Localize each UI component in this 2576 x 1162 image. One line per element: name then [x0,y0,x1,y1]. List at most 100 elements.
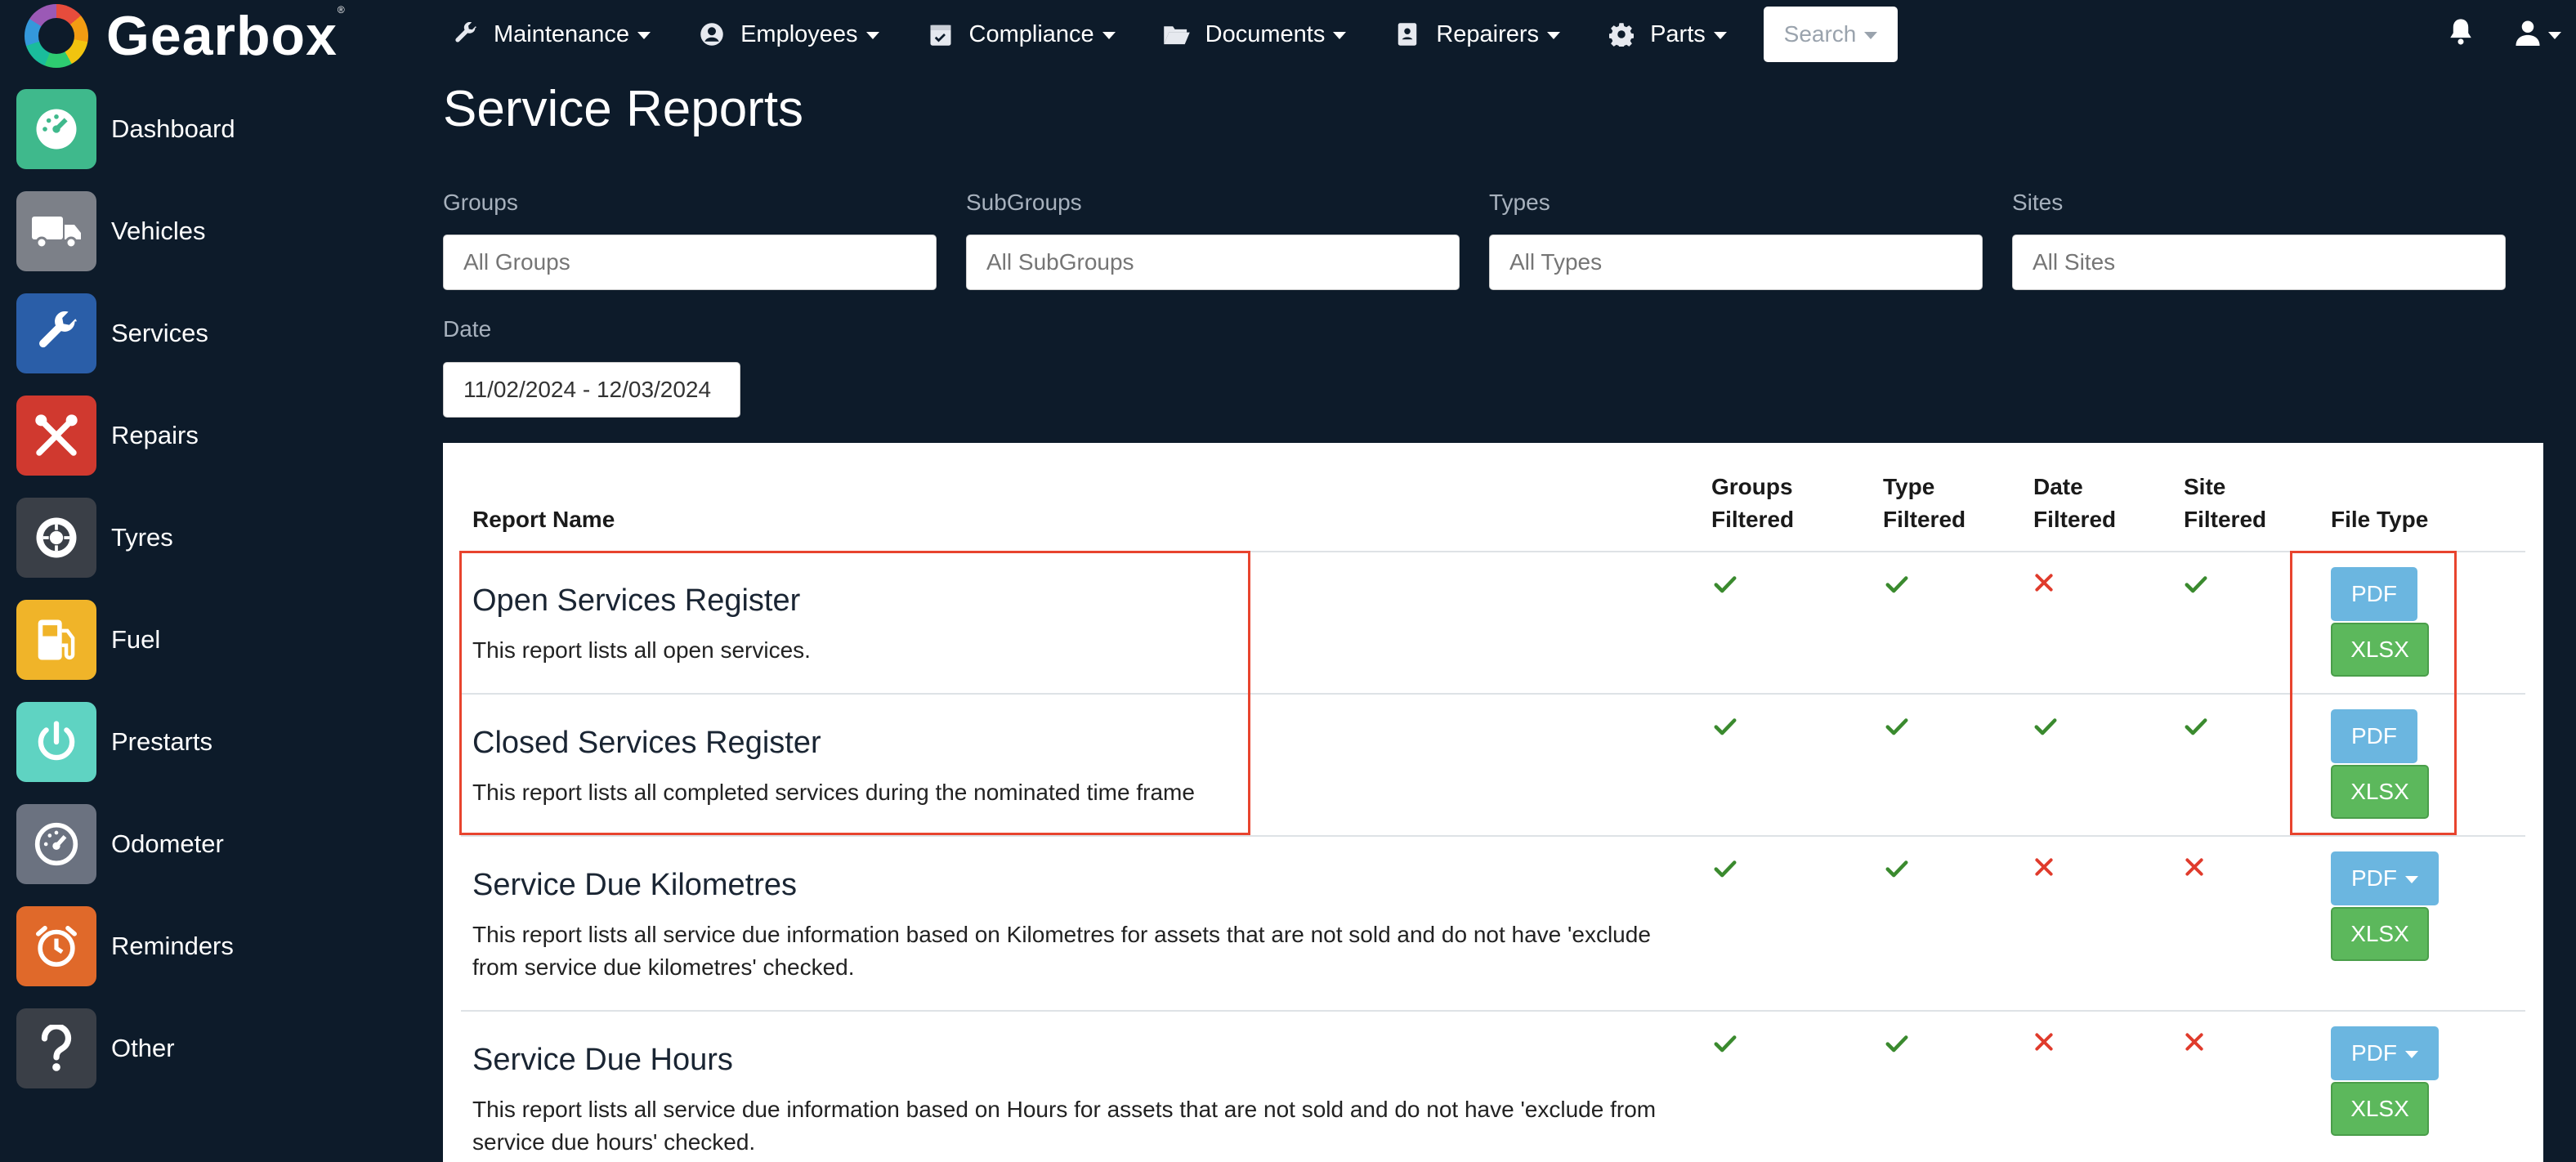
main-menu: Maintenance Employees Compliance Documen… [451,0,1774,69]
cross-icon [2033,572,2058,597]
menu-label: Maintenance [494,20,630,47]
types-select[interactable] [1489,235,1983,290]
chevron-down-icon [2548,32,2561,39]
subgroups-select[interactable] [966,235,1460,290]
sidebar-item-reminders[interactable]: Reminders [16,905,409,987]
wrench-icon [451,20,479,48]
header-site-filtered: Site Filtered [2184,474,2267,532]
menu-repairers[interactable]: Repairers [1393,20,1561,48]
pdf-button[interactable]: PDF [2331,1026,2439,1080]
check-icon [2033,714,2058,739]
reports-table: Report Name Groups Filtered Type Filtered … [443,443,2543,1162]
sidebar-item-repairs[interactable]: Repairs [16,395,409,476]
subgroups-label: SubGroups [966,190,1082,215]
header-groups-filtered: Groups Filtered [1711,474,1795,532]
check-icon [1885,714,1909,739]
xlsx-label: XLSX [2350,921,2409,946]
calendar-check-icon [927,20,955,48]
fuel-pump-icon [16,600,96,680]
chevron-down-icon [1864,32,1878,39]
sidebar-item-dashboard[interactable]: Dashboard [16,88,409,170]
report-title: Service Due Hours [472,1043,733,1077]
sidebar-item-prestarts[interactable]: Prestarts [16,701,409,783]
sites-label: Sites [2012,190,2064,215]
row-divider [461,835,2525,837]
xlsx-label: XLSX [2350,1096,2409,1121]
cross-icon [2184,856,2208,881]
report-title: Service Due Kilometres [472,868,798,902]
menu-label: Parts [1650,20,1706,47]
cross-icon [2033,856,2058,881]
menu-documents[interactable]: Documents [1163,20,1347,48]
menu-label: Compliance [968,20,1094,47]
sidebar-item-odometer[interactable]: Odometer [16,803,409,885]
date-label: Date [443,316,492,342]
menu-compliance[interactable]: Compliance [927,20,1116,48]
sidebar-item-label: Prestarts [111,727,213,756]
search-dropdown-button[interactable]: Search [1764,7,1898,62]
cross-icon [2033,1031,2058,1056]
menu-label: Employees [740,20,858,47]
sidebar-item-label: Reminders [111,932,234,960]
sidebar-item-label: Tyres [111,523,173,552]
chevron-down-icon [1547,32,1561,39]
highlight-box-file-types [2290,551,2457,835]
sidebar-item-fuel[interactable]: Fuel [16,599,409,681]
sidebar-item-label: Odometer [111,829,224,858]
highlight-box-reports [459,551,1250,835]
bell-icon[interactable] [2449,18,2481,51]
xlsx-button[interactable]: XLSX [2331,907,2429,961]
pdf-button[interactable]: PDF [2331,851,2439,905]
check-icon [1885,856,1909,881]
chevron-down-icon [1333,32,1347,39]
menu-maintenance[interactable]: Maintenance [451,20,651,48]
tyre-icon [16,498,96,578]
sidebar-item-services[interactable]: Services [16,293,409,374]
chevron-down-icon [865,32,879,39]
check-icon [1713,714,1737,739]
groups-label: Groups [443,190,518,215]
menu-employees[interactable]: Employees [698,20,879,48]
types-label: Types [1489,190,1550,215]
menu-label: Repairers [1436,20,1540,47]
tools-icon [16,396,96,476]
sidebar-item-vehicles[interactable]: Vehicles [16,190,409,272]
check-icon [1713,856,1737,881]
check-icon [1713,1031,1737,1056]
report-description: This report lists all service due inform… [472,922,1651,980]
gearbox-logo[interactable]: Gearbox® [25,3,346,69]
sidebar-item-tyres[interactable]: Tyres [16,497,409,579]
chevron-down-icon [2405,876,2418,883]
user-menu[interactable] [2516,18,2565,51]
user-circle-icon [698,20,726,48]
pdf-label: PDF [2351,865,2397,891]
chevron-down-icon [2405,1051,2418,1058]
sidebar-item-label: Other [111,1034,175,1062]
sidebar-item-label: Services [111,319,208,347]
sites-select[interactable] [2012,235,2506,290]
page-title: Service Reports [443,81,804,137]
header-report-name: Report Name [472,507,615,532]
date-range-input[interactable]: 11/02/2024 - 12/03/2024 [443,362,740,418]
sidebar-item-label: Dashboard [111,114,235,143]
xlsx-button[interactable]: XLSX [2331,1082,2429,1136]
sidebar-item-label: Fuel [111,625,161,654]
wrench-icon [16,293,96,373]
user-icon [2516,20,2540,50]
menu-label: Documents [1205,20,1326,47]
check-icon [2184,572,2208,597]
sidebar-item-label: Vehicles [111,217,206,245]
pdf-label: PDF [2351,1040,2397,1066]
question-icon [16,1008,96,1088]
chevron-down-icon [1713,32,1727,39]
logo-icon [25,4,88,68]
cross-icon [2184,1031,2208,1056]
gauge-icon [16,804,96,884]
row-divider [461,1010,2525,1012]
power-icon [16,702,96,782]
address-book-icon [1393,20,1421,48]
groups-select[interactable] [443,235,937,290]
truck-icon [16,191,96,271]
menu-parts[interactable]: Parts [1608,20,1727,48]
sidebar-item-other[interactable]: Other [16,1008,409,1089]
